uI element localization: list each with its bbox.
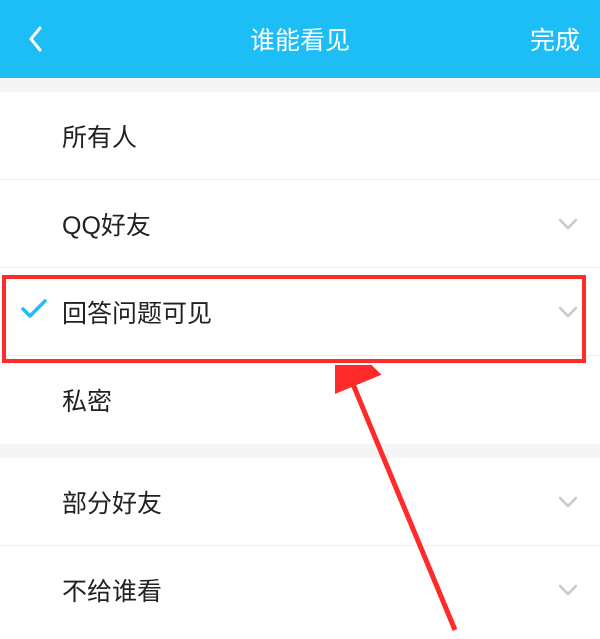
chevron-left-icon <box>28 26 42 52</box>
option-label: 不给谁看 <box>62 572 556 608</box>
back-button[interactable] <box>20 24 50 54</box>
option-some-friends[interactable]: 部分好友 <box>0 458 600 546</box>
option-exclude[interactable]: 不给谁看 <box>0 546 600 634</box>
option-label: QQ好友 <box>62 206 556 242</box>
options-list-2: 部分好友 不给谁看 <box>0 458 600 634</box>
header: 谁能看见 完成 <box>0 0 600 78</box>
chevron-down-icon <box>556 212 580 236</box>
section-gap <box>0 444 600 458</box>
option-label: 私密 <box>62 382 580 418</box>
chevron-down-icon <box>556 300 580 324</box>
done-button[interactable]: 完成 <box>530 21 580 57</box>
chevron-down-icon <box>556 578 580 602</box>
option-answer-question[interactable]: 回答问题可见 <box>0 268 600 356</box>
page-title: 谁能看见 <box>250 21 350 57</box>
options-list-1: 所有人 QQ好友 回答问题可见 私密 <box>0 92 600 444</box>
option-all[interactable]: 所有人 <box>0 92 600 180</box>
check-icon <box>20 298 48 326</box>
option-label: 所有人 <box>62 118 580 154</box>
option-private[interactable]: 私密 <box>0 356 600 444</box>
chevron-down-icon <box>556 490 580 514</box>
option-qq-friends[interactable]: QQ好友 <box>0 180 600 268</box>
option-label: 部分好友 <box>62 484 556 520</box>
option-label: 回答问题可见 <box>62 294 556 330</box>
section-gap <box>0 78 600 92</box>
